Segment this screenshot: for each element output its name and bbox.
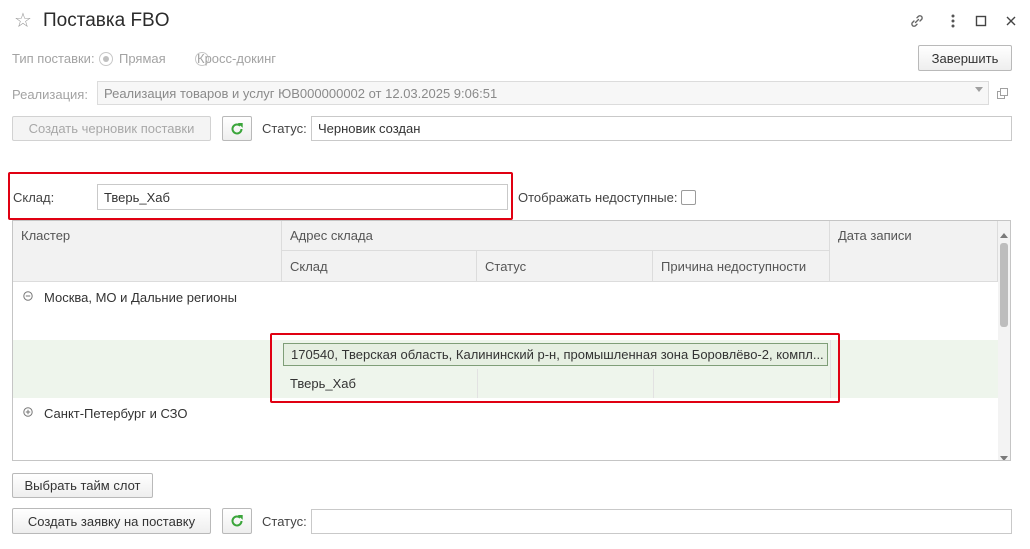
row-warehouse-cell[interactable]: Тверь_Хаб: [282, 370, 477, 396]
group-row-moscow[interactable]: Москва, МО и Дальние регионы: [13, 282, 998, 312]
column-warehouse-label: Склад: [290, 258, 328, 274]
close-icon[interactable]: [1002, 12, 1020, 30]
realization-open-icon[interactable]: [994, 86, 1010, 100]
radio-direct-label: Прямая: [119, 51, 166, 66]
expand-icon[interactable]: [23, 407, 35, 419]
row-divider: [477, 369, 478, 398]
maximize-icon[interactable]: [972, 12, 990, 30]
column-warehouse-header[interactable]: Склад: [282, 251, 477, 282]
warehouse-label: Склад:: [13, 190, 55, 205]
realization-label: Реализация:: [12, 87, 88, 102]
column-address-label: Адрес склада: [290, 228, 373, 243]
refresh-icon: [231, 515, 243, 527]
refresh-icon: [231, 122, 243, 134]
column-status-header[interactable]: Статус: [477, 251, 653, 282]
column-cluster-label: Кластер: [21, 228, 71, 243]
favorite-star-icon[interactable]: ☆: [14, 10, 32, 32]
row-divider: [653, 369, 654, 398]
group-row-spb[interactable]: Санкт-Петербург и СЗО: [13, 398, 998, 428]
draft-status-field: Черновик создан: [311, 116, 1012, 141]
show-unavailable-checkbox[interactable]: [681, 190, 696, 205]
refresh-request-button[interactable]: [222, 508, 252, 534]
scroll-up-icon[interactable]: [1000, 226, 1008, 241]
column-status-label: Статус: [485, 258, 527, 274]
column-address-header[interactable]: Адрес склада: [282, 221, 830, 251]
supply-type-label: Тип поставки:: [12, 51, 95, 66]
row-address-value: 170540, Тверская область, Калининский р-…: [291, 347, 824, 362]
select-timeslot-button[interactable]: Выбрать тайм слот: [12, 473, 153, 498]
column-date-header[interactable]: Дата записи: [830, 221, 998, 282]
request-status-field: [311, 509, 1012, 534]
row-address-cell[interactable]: 170540, Тверская область, Калининский р-…: [283, 343, 828, 366]
realization-value: Реализация товаров и услуг ЮВ000000002 о…: [104, 85, 498, 101]
draft-status-value: Черновик создан: [318, 121, 421, 136]
create-draft-button[interactable]: Создать черновик поставки: [12, 116, 211, 141]
create-request-button[interactable]: Создать заявку на поставку: [12, 508, 211, 534]
scroll-down-icon[interactable]: [1000, 449, 1008, 460]
realization-field[interactable]: Реализация товаров и услуг ЮВ000000002 о…: [97, 81, 989, 105]
request-status-label: Статус:: [262, 514, 307, 529]
warehouse-value: Тверь_Хаб: [104, 189, 170, 205]
radio-crossdock-label: Кросс-докинг: [197, 51, 277, 66]
window-title: Поставка FBO: [43, 10, 170, 31]
column-reason-header[interactable]: Причина недоступности: [653, 251, 830, 282]
draft-status-label: Статус:: [262, 121, 307, 136]
column-cluster-header[interactable]: Кластер: [13, 221, 282, 282]
group-name: Санкт-Петербург и СЗО: [44, 405, 188, 421]
more-icon[interactable]: [944, 12, 962, 30]
warehouse-table: Кластер Адрес склада Дата записи Склад С…: [12, 220, 1011, 461]
finish-button[interactable]: Завершить: [918, 45, 1012, 71]
scrollbar-thumb[interactable]: [1000, 243, 1008, 327]
collapse-icon[interactable]: [23, 291, 35, 303]
row-warehouse-value: Тверь_Хаб: [290, 375, 356, 391]
warehouse-field[interactable]: Тверь_Хаб: [97, 184, 508, 210]
row-divider: [830, 340, 831, 398]
column-date-label: Дата записи: [838, 228, 912, 243]
show-unavailable-label: Отображать недоступные:: [518, 190, 678, 205]
link-icon[interactable]: [908, 12, 926, 30]
refresh-draft-button[interactable]: [222, 116, 252, 141]
group-name: Москва, МО и Дальние регионы: [44, 289, 237, 305]
realization-dropdown-icon[interactable]: [972, 87, 986, 99]
column-reason-label: Причина недоступности: [661, 258, 807, 274]
radio-direct[interactable]: [99, 52, 113, 66]
